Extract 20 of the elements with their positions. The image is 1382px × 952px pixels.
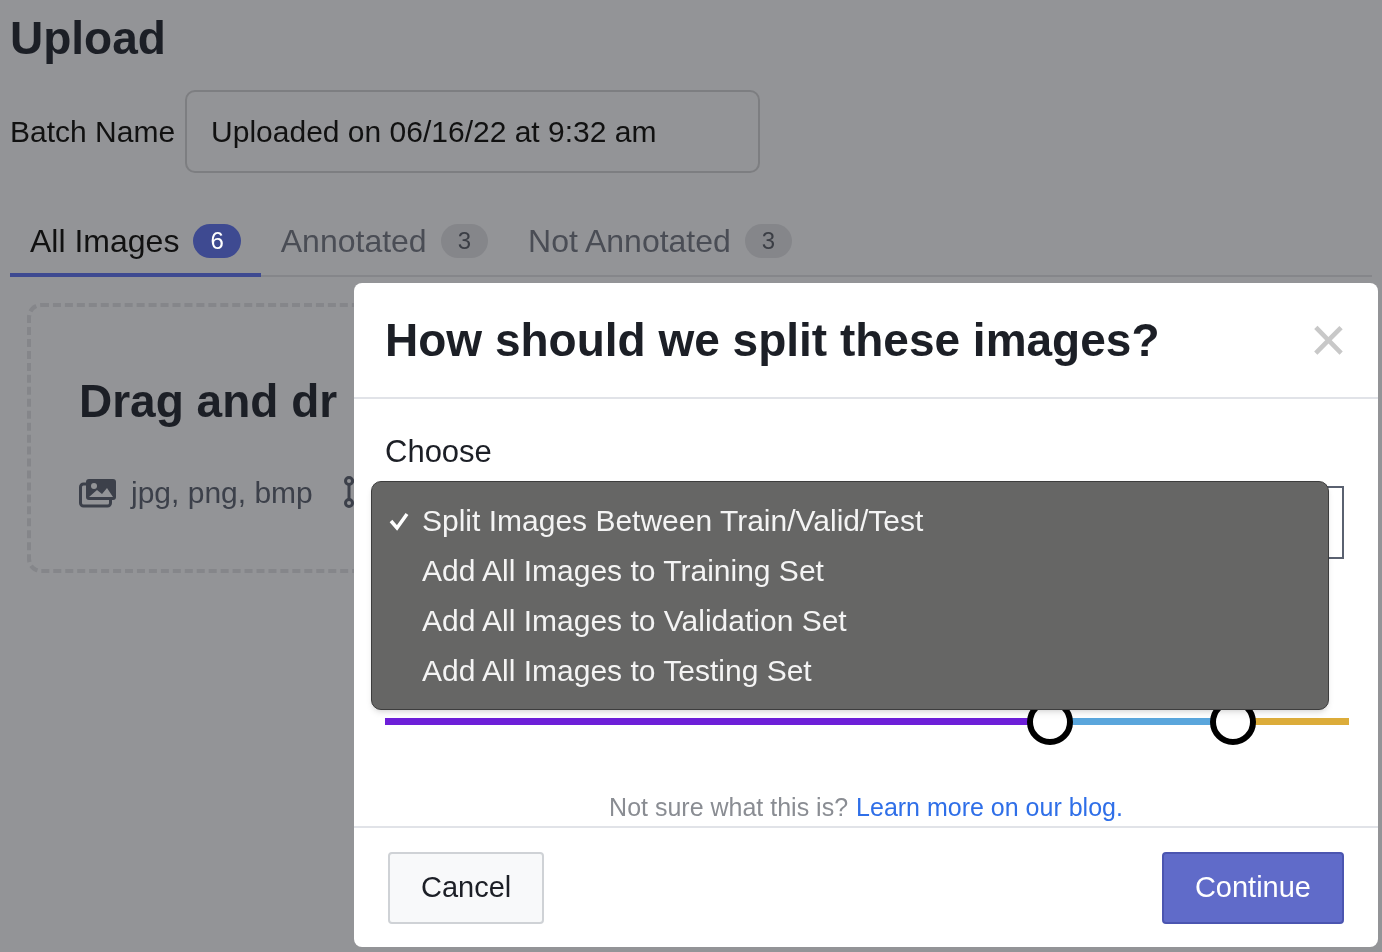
dropzone-heading: Drag and dr bbox=[79, 374, 339, 429]
field-label: Choose bbox=[385, 433, 492, 471]
tab[interactable]: All Images 6 bbox=[10, 209, 261, 277]
cancel-button[interactable]: Cancel bbox=[388, 851, 545, 924]
batch-name-field[interactable]: Uploaded on 06/16/22 at 9:32 am bbox=[185, 90, 761, 173]
file-formats: jpg, png, bmp bbox=[131, 475, 313, 511]
bounding-box-icon bbox=[342, 476, 355, 509]
count-badge: 3 bbox=[744, 224, 793, 258]
page-title: Upload bbox=[10, 11, 166, 66]
dropdown-option[interactable]: Add All Images to Validation Set bbox=[372, 595, 1328, 646]
dropdown-option[interactable]: Add All Images to Testing Set bbox=[372, 645, 1328, 695]
batch-name-label: Batch Name bbox=[10, 114, 176, 150]
tab[interactable]: Not Annotated 3 bbox=[508, 209, 813, 277]
images-icon bbox=[79, 477, 117, 508]
help-text: Not sure what this is? bbox=[609, 791, 849, 823]
tab[interactable]: Annotated 3 bbox=[260, 209, 508, 277]
count-badge: 3 bbox=[440, 224, 488, 258]
blog-link[interactable]: Learn more on our blog. bbox=[856, 788, 1123, 826]
continue-button[interactable]: Continue bbox=[1161, 851, 1344, 924]
count-badge: 6 bbox=[193, 224, 241, 258]
